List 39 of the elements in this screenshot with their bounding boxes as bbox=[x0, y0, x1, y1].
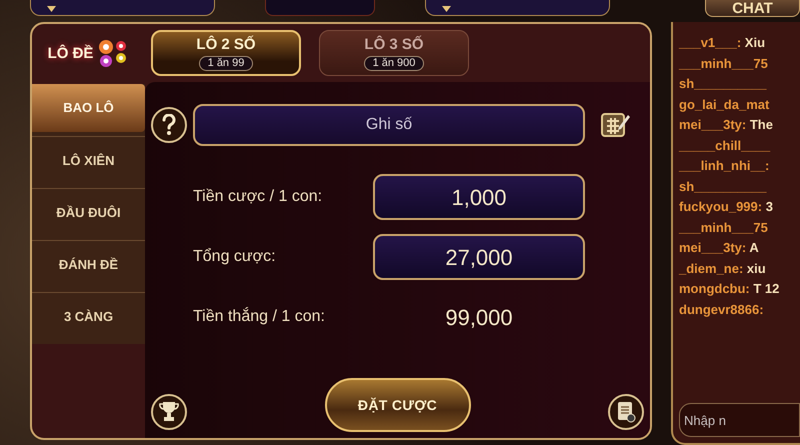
amount-field[interactable]: 1,000 bbox=[373, 174, 585, 220]
document-clock-icon bbox=[616, 401, 636, 423]
caret-icon bbox=[442, 6, 451, 12]
chat-message: _diem_ne: xiu bbox=[679, 260, 767, 276]
amount-field[interactable]: 27,000 bbox=[373, 234, 585, 280]
chat-message: go_lai_da_mat bbox=[679, 96, 770, 112]
chat-message: mei___3ty: The bbox=[679, 116, 774, 133]
chat-message: _____chill____ bbox=[679, 136, 772, 154]
number-input-field[interactable]: Ghi số bbox=[193, 104, 585, 146]
chat-message: sh__________ bbox=[679, 178, 768, 194]
caret-icon bbox=[47, 6, 56, 12]
logo-text: LÔ ĐỀ bbox=[48, 44, 94, 64]
chat-message: ___minh___75 bbox=[679, 218, 769, 236]
bet-label: Tổng cược: bbox=[193, 247, 277, 267]
chat-message: mongdcbu: T 12 bbox=[679, 280, 780, 297]
chat-input-field[interactable]: Nhập n bbox=[679, 403, 800, 437]
sidebar-item[interactable]: BAO LÔ bbox=[32, 84, 145, 132]
bet-label: Tiền thắng / 1 con: bbox=[193, 306, 326, 327]
chat-button[interactable]: CHAT bbox=[705, 0, 800, 17]
place-bet-button[interactable]: ĐẶT CƯỢC bbox=[324, 378, 470, 432]
chat-message: ___minh___75 bbox=[679, 54, 769, 72]
region-dropdown[interactable] bbox=[30, 0, 215, 16]
chat-message: mei___3ty: A bbox=[679, 239, 760, 256]
chat-message: ___v1___: Xiu bbox=[679, 34, 766, 51]
date-dropdown[interactable] bbox=[425, 0, 610, 16]
question-mark-icon bbox=[162, 114, 176, 136]
chat-message: fuckyou_999: 3 bbox=[679, 198, 774, 215]
history-button[interactable] bbox=[608, 394, 644, 430]
help-button[interactable] bbox=[151, 107, 187, 143]
lottery-tab[interactable]: LÔ 3 SỐ 1 ăn 900 bbox=[319, 30, 469, 76]
winnings-amount: 99,000 bbox=[444, 304, 514, 332]
trophy-icon bbox=[159, 401, 179, 423]
grid-edit-icon[interactable] bbox=[601, 111, 631, 139]
chat-message: sh__________ bbox=[679, 75, 768, 92]
chat-message: ___linh_nhi__: bbox=[679, 157, 770, 174]
bet-label: Tiền cược / 1 con: bbox=[193, 187, 324, 207]
trophy-button[interactable] bbox=[151, 394, 187, 430]
chat-message: dungevr8866: bbox=[679, 300, 765, 318]
lottery-tab[interactable]: LÔ 2 SỐ 1 ăn 99 bbox=[151, 30, 301, 76]
